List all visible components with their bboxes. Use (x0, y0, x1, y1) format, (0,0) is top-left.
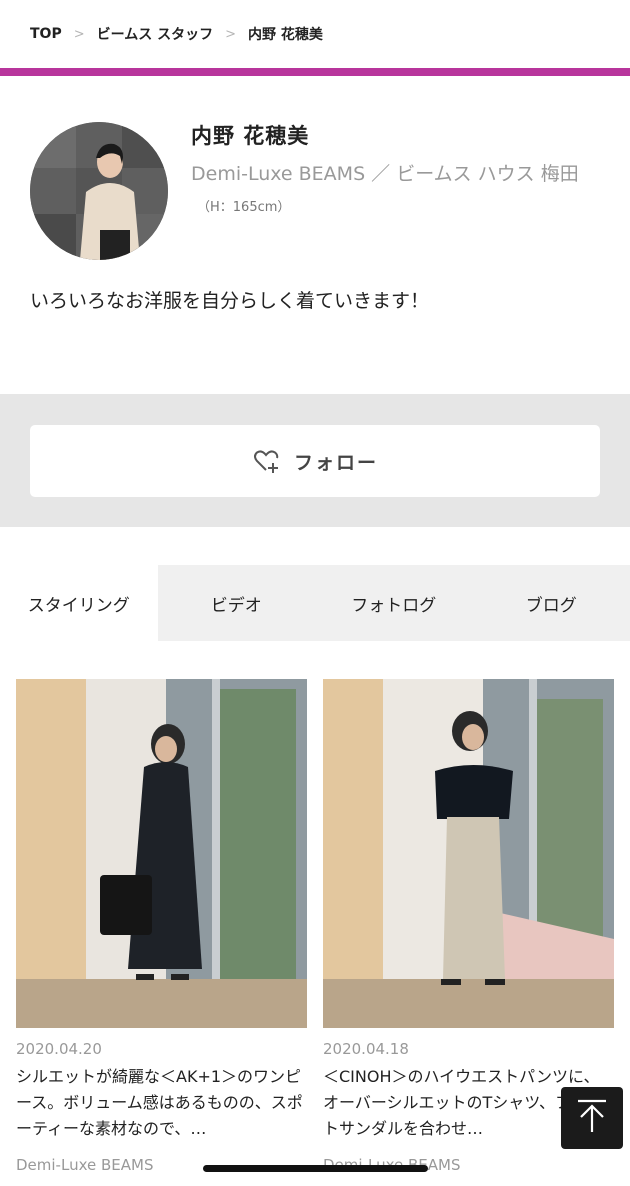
tab-video[interactable]: ビデオ (158, 565, 316, 641)
post-date: 2020.04.20 (16, 1040, 102, 1058)
back-to-top-button[interactable] (561, 1087, 623, 1149)
follow-section: フォロー (0, 394, 630, 527)
breadcrumb-separator: > (225, 26, 236, 42)
styling-grid: 2020.04.20 シルエットが綺麗な＜AK+1＞のワンピース。ボリューム感は… (0, 641, 630, 1174)
tab-blog[interactable]: ブログ (473, 565, 630, 641)
follow-button-label: フォロー (293, 451, 378, 474)
breadcrumb-staff-link[interactable]: ビームス スタッフ (97, 24, 213, 44)
breadcrumb-current: 内野 花穂美 (248, 27, 323, 43)
heart-plus-icon (252, 447, 280, 475)
staff-height: （H：165cm） (197, 200, 291, 215)
tab-styling[interactable]: スタイリング (0, 565, 158, 641)
breadcrumb-separator: > (73, 26, 85, 42)
avatar (30, 122, 168, 260)
staff-affiliation: Demi-Luxe BEAMS ／ ビームス ハウス 梅田 (191, 163, 579, 185)
post-caption[interactable]: シルエットが綺麗な＜AK+1＞のワンピース。ボリューム感はあるものの、スポーティ… (16, 1064, 307, 1142)
content-tabs: スタイリング ビデオ フォトログ ブログ (0, 565, 630, 641)
tab-photolog[interactable]: フォトログ (315, 565, 473, 641)
arrow-up-icon (575, 1098, 609, 1138)
staff-profile: 内野 花穂美 Demi-Luxe BEAMS ／ ビームス ハウス 梅田 （H：… (0, 76, 630, 288)
breadcrumb-top-link[interactable]: TOP (30, 26, 62, 42)
staff-bio: いろいろなお洋服を自分らしく着ていきます！ (30, 290, 430, 312)
styling-photo[interactable] (16, 679, 307, 1028)
styling-photo[interactable] (323, 679, 614, 1028)
styling-card[interactable]: 2020.04.20 シルエットが綺麗な＜AK+1＞のワンピース。ボリューム感は… (16, 679, 307, 1174)
staff-name: 内野 花穂美 (191, 124, 310, 148)
home-indicator (203, 1165, 428, 1172)
follow-button[interactable]: フォロー (30, 425, 600, 497)
post-date: 2020.04.18 (323, 1040, 409, 1058)
accent-divider (0, 68, 630, 76)
breadcrumb: TOP > ビームス スタッフ > 内野 花穂美 (0, 0, 630, 68)
